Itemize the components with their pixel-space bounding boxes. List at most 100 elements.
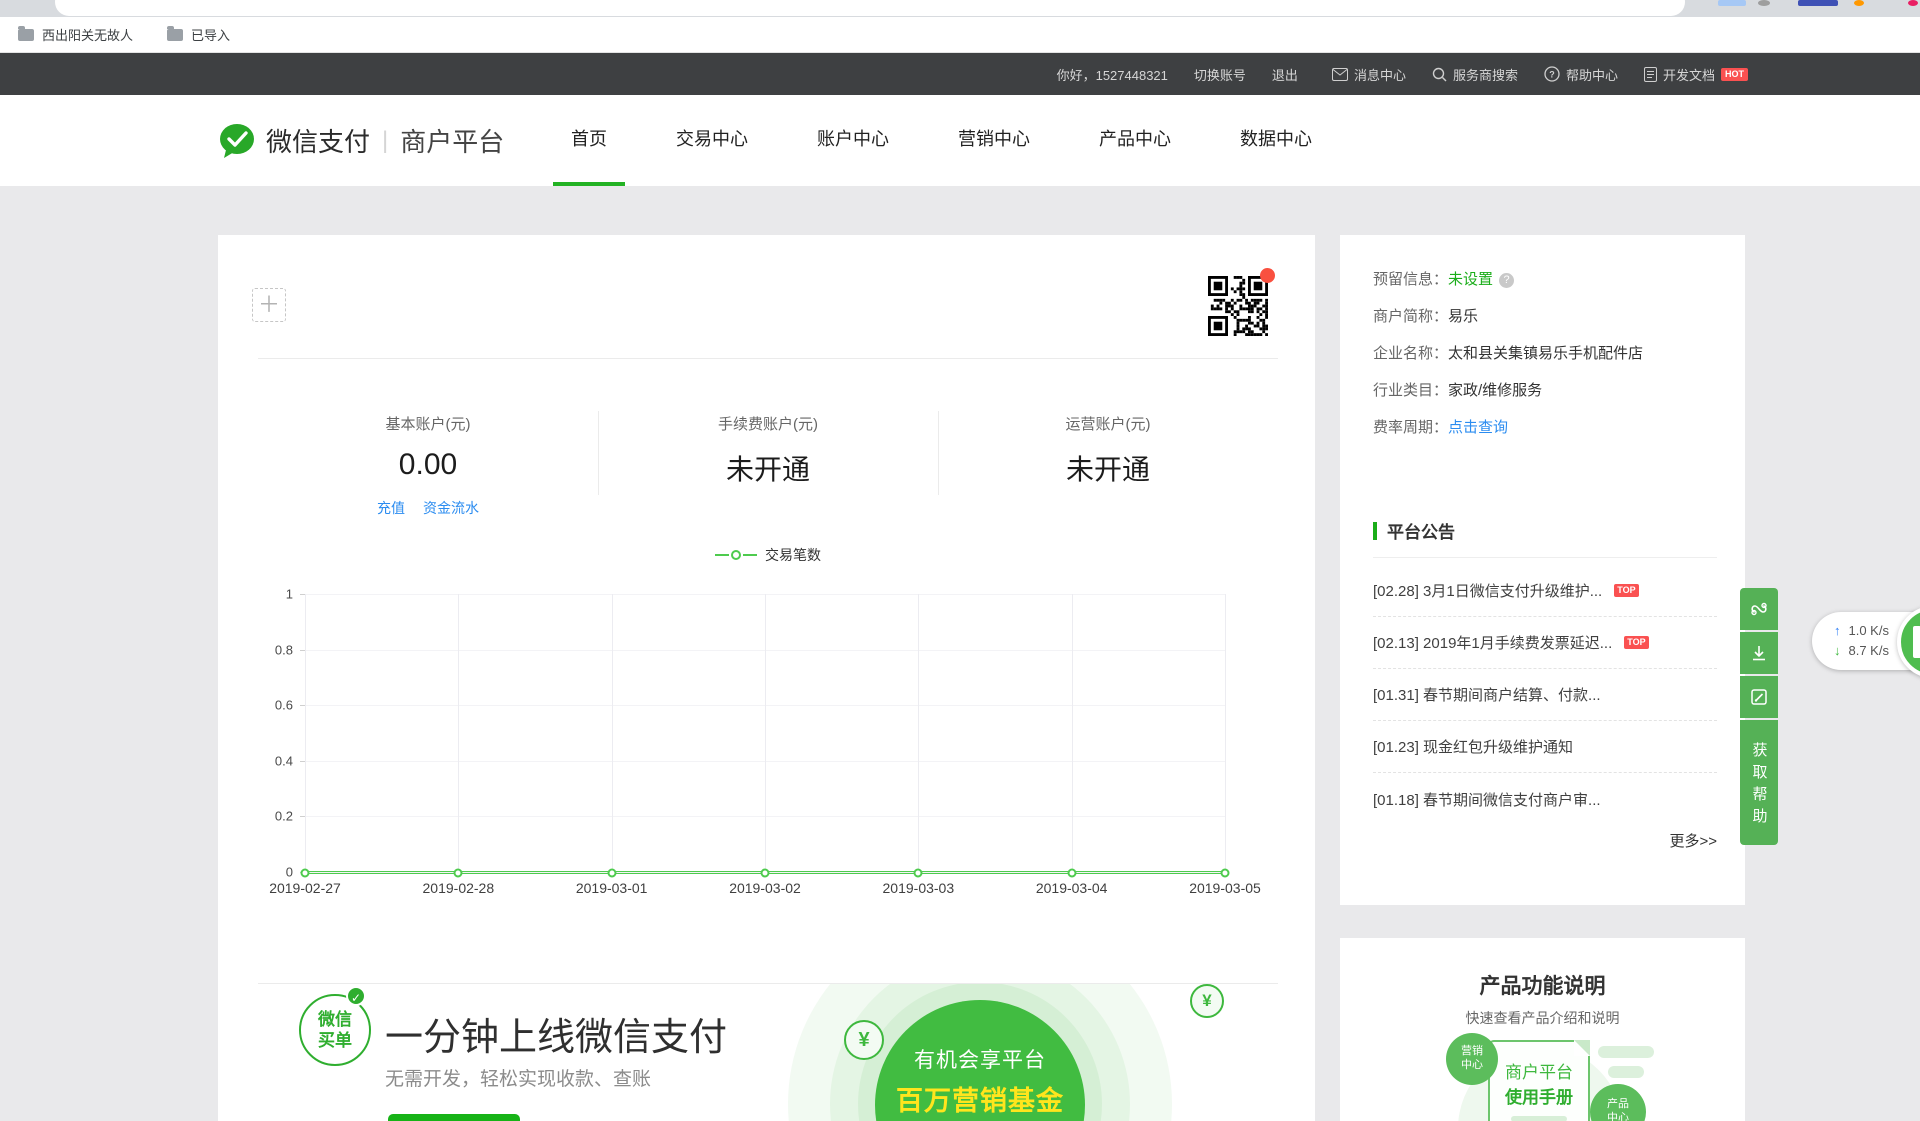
brand-platform: 商户平台 — [400, 122, 504, 159]
browser-chrome — [0, 0, 1920, 17]
legend-line-icon — [743, 554, 757, 556]
nav-home[interactable]: 首页 — [553, 95, 625, 186]
merchant-info-list: 预留信息： 未设置 ? 商户简称： 易乐 企业名称： 太和县关集镇易乐手机配件店… — [1373, 269, 1717, 454]
product-guide-card[interactable]: 产品功能说明 快速查看产品介绍和说明 商户平台 使用手册 营销中心 产品中心 — [1340, 938, 1745, 1121]
download-icon — [1749, 643, 1769, 663]
qr-notification-dot — [1260, 268, 1275, 283]
rate-query-link[interactable]: 点击查询 — [1448, 417, 1508, 439]
coin-icon: ¥ — [844, 1020, 884, 1060]
promo-banner[interactable]: 微信 买单 ✓ 一分钟上线微信支付 无需开发，轻松实现收款、查账 有机会享平台 … — [218, 984, 1315, 1121]
help-center-link[interactable]: ? 帮助中心 — [1544, 65, 1618, 84]
announcements-header: 平台公告 — [1373, 518, 1455, 543]
funds-flow-link[interactable]: 资金流水 — [423, 498, 479, 518]
question-circle-icon: ? — [1544, 66, 1560, 82]
recharge-link[interactable]: 充值 — [377, 498, 405, 518]
info-value: 易乐 — [1448, 306, 1478, 328]
manual-document: 商户平台 使用手册 — [1488, 1040, 1590, 1121]
product-guide-title: 产品功能说明 — [1340, 970, 1745, 1000]
data-point-marker — [301, 869, 310, 878]
switch-account-link[interactable]: 切换账号 — [1194, 65, 1246, 84]
feedback-button[interactable] — [1740, 676, 1778, 718]
y-tick-label: 1 — [286, 587, 293, 602]
download-speed: 8.7 K/s — [1849, 641, 1889, 661]
address-bar[interactable] — [55, 0, 1685, 16]
manual-line-1: 商户平台 — [1490, 1058, 1588, 1083]
bookmark-folder[interactable]: 已导入 — [167, 25, 230, 44]
add-shortcut-button[interactable]: ＋ — [252, 288, 286, 322]
extension-icon[interactable] — [1854, 0, 1864, 6]
account-value: 未开通 — [938, 448, 1278, 488]
marketing-center-badge: 营销中心 — [1446, 1033, 1498, 1085]
account-value: 未开通 — [598, 448, 938, 488]
product-guide-illustration: 商户平台 使用手册 营销中心 产品中心 — [1340, 1038, 1745, 1121]
info-row-reserved: 预留信息： 未设置 ? — [1373, 269, 1717, 291]
service-link-button[interactable] — [1740, 588, 1778, 630]
dev-docs-link[interactable]: 开发文档 HOT — [1644, 65, 1748, 84]
v-gridline — [1225, 594, 1226, 872]
legend-label: 交易笔数 — [765, 545, 821, 565]
info-value: 家政/维修服务 — [1448, 380, 1542, 402]
nav-marketing-center[interactable]: 营销中心 — [940, 95, 1048, 186]
banner-action-button[interactable] — [388, 1114, 520, 1121]
y-tick-label: 0.2 — [275, 809, 293, 824]
data-point-marker — [1221, 869, 1230, 878]
illustration-pill — [1608, 1066, 1644, 1078]
more-announcements-link[interactable]: 更多>> — [1669, 830, 1717, 851]
data-point-marker — [761, 869, 770, 878]
folder-icon — [167, 29, 183, 41]
account-label: 运营账户(元) — [938, 413, 1278, 434]
bookmarks-bar: 西出阳关无故人 已导入 — [0, 17, 1920, 53]
x-tick-label: 2019-03-01 — [576, 880, 648, 896]
floating-toolbar: 获取帮助 — [1740, 588, 1778, 847]
nav-transaction-center[interactable]: 交易中心 — [658, 95, 766, 186]
basic-account-column: 基本账户(元) 0.00 充值 资金流水 — [258, 403, 598, 525]
divider — [1373, 557, 1717, 558]
info-label: 行业类目： — [1373, 380, 1448, 402]
message-center-link[interactable]: 消息中心 — [1332, 65, 1406, 84]
x-tick-label: 2019-03-04 — [1036, 880, 1108, 896]
x-tick-label: 2019-03-02 — [729, 880, 801, 896]
announcement-item[interactable]: [01.23] 现金红包升级维护通知 — [1373, 721, 1717, 773]
nav-data-center[interactable]: 数据中心 — [1222, 95, 1330, 186]
nav-product-center[interactable]: 产品中心 — [1081, 95, 1189, 186]
provider-search-link[interactable]: 服务商搜索 — [1432, 65, 1518, 84]
chart-legend[interactable]: 交易笔数 — [258, 543, 1278, 565]
qr-code[interactable] — [1208, 276, 1268, 336]
announcement-label: [01.18] 春节期间微信支付商户审... — [1373, 789, 1601, 810]
reserved-info-link[interactable]: 未设置 — [1448, 269, 1493, 291]
announcement-item[interactable]: [01.18] 春节期间微信支付商户审... — [1373, 773, 1717, 825]
y-tick-label: 0.8 — [275, 642, 293, 657]
coin-icon: ¥ — [1190, 984, 1224, 1018]
help-center-label: 帮助中心 — [1566, 65, 1618, 84]
folder-icon — [18, 29, 34, 41]
announcement-item[interactable]: [02.13] 2019年1月手续费发票延迟... TOP — [1373, 617, 1717, 669]
announcement-label: [01.31] 春节期间商户结算、付款... — [1373, 684, 1601, 705]
info-label: 费率周期： — [1373, 417, 1448, 439]
banner-title: 一分钟上线微信支付 — [385, 1006, 727, 1061]
brand[interactable]: 微信支付 | 商户平台 — [218, 95, 504, 186]
section-accent-bar — [1373, 522, 1377, 540]
data-point-marker — [454, 869, 463, 878]
x-tick-label: 2019-03-05 — [1189, 880, 1261, 896]
extension-icon[interactable] — [1718, 0, 1746, 6]
logout-link[interactable]: 退出 — [1272, 65, 1298, 84]
legend-marker-icon — [731, 550, 741, 560]
extension-icon[interactable] — [1798, 0, 1838, 6]
x-tick-label: 2019-02-28 — [423, 880, 495, 896]
info-row-short-name: 商户简称： 易乐 — [1373, 306, 1717, 328]
message-center-label: 消息中心 — [1354, 65, 1406, 84]
bookmark-folder[interactable]: 西出阳关无故人 — [18, 25, 133, 44]
announcement-item[interactable]: [01.31] 春节期间商户结算、付款... — [1373, 669, 1717, 721]
profile-avatar-icon[interactable] — [1758, 0, 1770, 6]
download-button[interactable] — [1740, 632, 1778, 674]
info-row-industry: 行业类目： 家政/维修服务 — [1373, 380, 1717, 402]
upload-arrow-icon: ↑ — [1834, 621, 1841, 641]
nav-account-center[interactable]: 账户中心 — [799, 95, 907, 186]
banner-subtitle: 无需开发，轻松实现收款、查账 — [385, 1064, 651, 1091]
help-icon[interactable]: ? — [1499, 273, 1514, 288]
extension-icon[interactable] — [1908, 0, 1918, 6]
document-icon — [1644, 67, 1657, 82]
announcement-item[interactable]: [02.28] 3月1日微信支付升级维护... TOP — [1373, 565, 1717, 617]
get-help-button[interactable]: 获取帮助 — [1740, 720, 1778, 845]
promo-line-1: 有机会享平台 — [875, 1044, 1085, 1074]
